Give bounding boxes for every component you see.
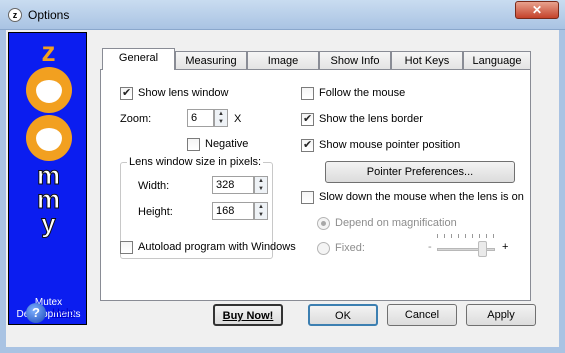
height-stepper[interactable]: ▲ ▼: [254, 202, 268, 220]
negative-label[interactable]: Negative: [205, 137, 248, 151]
brand-letter-z: z: [41, 36, 56, 67]
dialog-client: z m m y Mutex Developments General Measu…: [6, 30, 559, 347]
brand-banner: z m m y Mutex Developments: [8, 32, 87, 325]
width-input[interactable]: 328: [212, 176, 254, 194]
tab-hot-keys[interactable]: Hot Keys: [391, 51, 463, 69]
brand-logo: z m m y: [9, 36, 88, 238]
cancel-button[interactable]: Cancel: [387, 304, 457, 326]
autoload-checkbox[interactable]: [120, 241, 133, 254]
follow-mouse-label[interactable]: Follow the mouse: [319, 86, 405, 100]
zoom-suffix: X: [234, 113, 242, 125]
tab-general[interactable]: General: [102, 48, 175, 70]
fixed-label[interactable]: Fixed:: [335, 241, 365, 255]
depend-on-magnification-label[interactable]: Depend on magnification: [335, 216, 457, 230]
slow-down-label[interactable]: Slow down the mouse when the lens is on: [319, 190, 524, 204]
slow-down-checkbox[interactable]: [301, 191, 314, 204]
spin-up-icon[interactable]: ▲: [255, 177, 267, 185]
autoload-label[interactable]: Autoload program with Windows: [138, 240, 296, 254]
title-bar[interactable]: z Options ✕: [0, 0, 565, 30]
close-button[interactable]: ✕: [515, 1, 559, 19]
slider-min-label: -: [428, 241, 432, 253]
height-input[interactable]: 168: [212, 202, 254, 220]
fixed-radio[interactable]: [317, 242, 330, 255]
brand-o-ring-icon: [25, 67, 72, 113]
show-lens-border-checkbox[interactable]: [301, 112, 314, 126]
spin-up-icon[interactable]: ▲: [255, 203, 267, 211]
brand-company: Mutex Developments: [9, 297, 88, 321]
close-icon: ✕: [531, 3, 543, 17]
show-lens-window-checkbox[interactable]: [120, 86, 133, 100]
depend-on-magnification-radio[interactable]: [317, 217, 330, 230]
help-icon[interactable]: ?: [26, 303, 46, 323]
follow-mouse-checkbox[interactable]: [301, 87, 314, 100]
lens-size-title: Lens window size in pixels:: [127, 155, 264, 169]
apply-button[interactable]: Apply: [466, 304, 536, 326]
speed-slider-thumb[interactable]: [478, 241, 487, 257]
spin-down-icon[interactable]: ▼: [215, 118, 227, 126]
show-lens-border-label[interactable]: Show the lens border: [319, 112, 423, 126]
width-stepper[interactable]: ▲ ▼: [254, 176, 268, 194]
spin-down-icon[interactable]: ▼: [255, 211, 267, 219]
buy-now-button[interactable]: Buy Now!: [213, 304, 283, 326]
show-lens-window-label[interactable]: Show lens window: [138, 86, 229, 100]
spin-down-icon[interactable]: ▼: [255, 185, 267, 193]
pointer-preferences-button[interactable]: Pointer Preferences...: [325, 161, 515, 183]
negative-checkbox[interactable]: [187, 138, 200, 151]
slider-ticks: [437, 234, 497, 238]
window-title: Options: [28, 8, 70, 22]
slider-max-label: +: [502, 241, 509, 253]
brand-company-line1: Mutex: [34, 297, 63, 308]
show-pointer-position-label[interactable]: Show mouse pointer position: [319, 138, 460, 152]
general-panel: Show lens window Zoom: 6 ▲ ▼ X Negative …: [100, 69, 531, 301]
ok-button[interactable]: OK: [308, 304, 378, 326]
height-label: Height:: [138, 206, 173, 218]
zoom-stepper[interactable]: ▲ ▼: [214, 109, 228, 127]
zoom-input[interactable]: 6: [187, 109, 214, 127]
help-link[interactable]: Help: [52, 307, 75, 319]
window-frame: z m m y Mutex Developments General Measu…: [0, 30, 565, 353]
tab-show-info[interactable]: Show Info: [319, 51, 391, 69]
width-label: Width:: [138, 180, 170, 192]
brand-o-ring-icon: [25, 115, 72, 161]
show-pointer-position-checkbox[interactable]: [301, 138, 314, 152]
tab-measuring[interactable]: Measuring: [175, 51, 247, 69]
brand-letter-y: y: [41, 208, 56, 238]
app-icon: z: [8, 8, 22, 22]
spin-up-icon[interactable]: ▲: [215, 110, 227, 118]
tab-image[interactable]: Image: [247, 51, 319, 69]
zoom-label: Zoom:: [120, 113, 152, 125]
tab-language[interactable]: Language: [463, 51, 531, 69]
brand-company-line2: Developments: [16, 309, 81, 320]
